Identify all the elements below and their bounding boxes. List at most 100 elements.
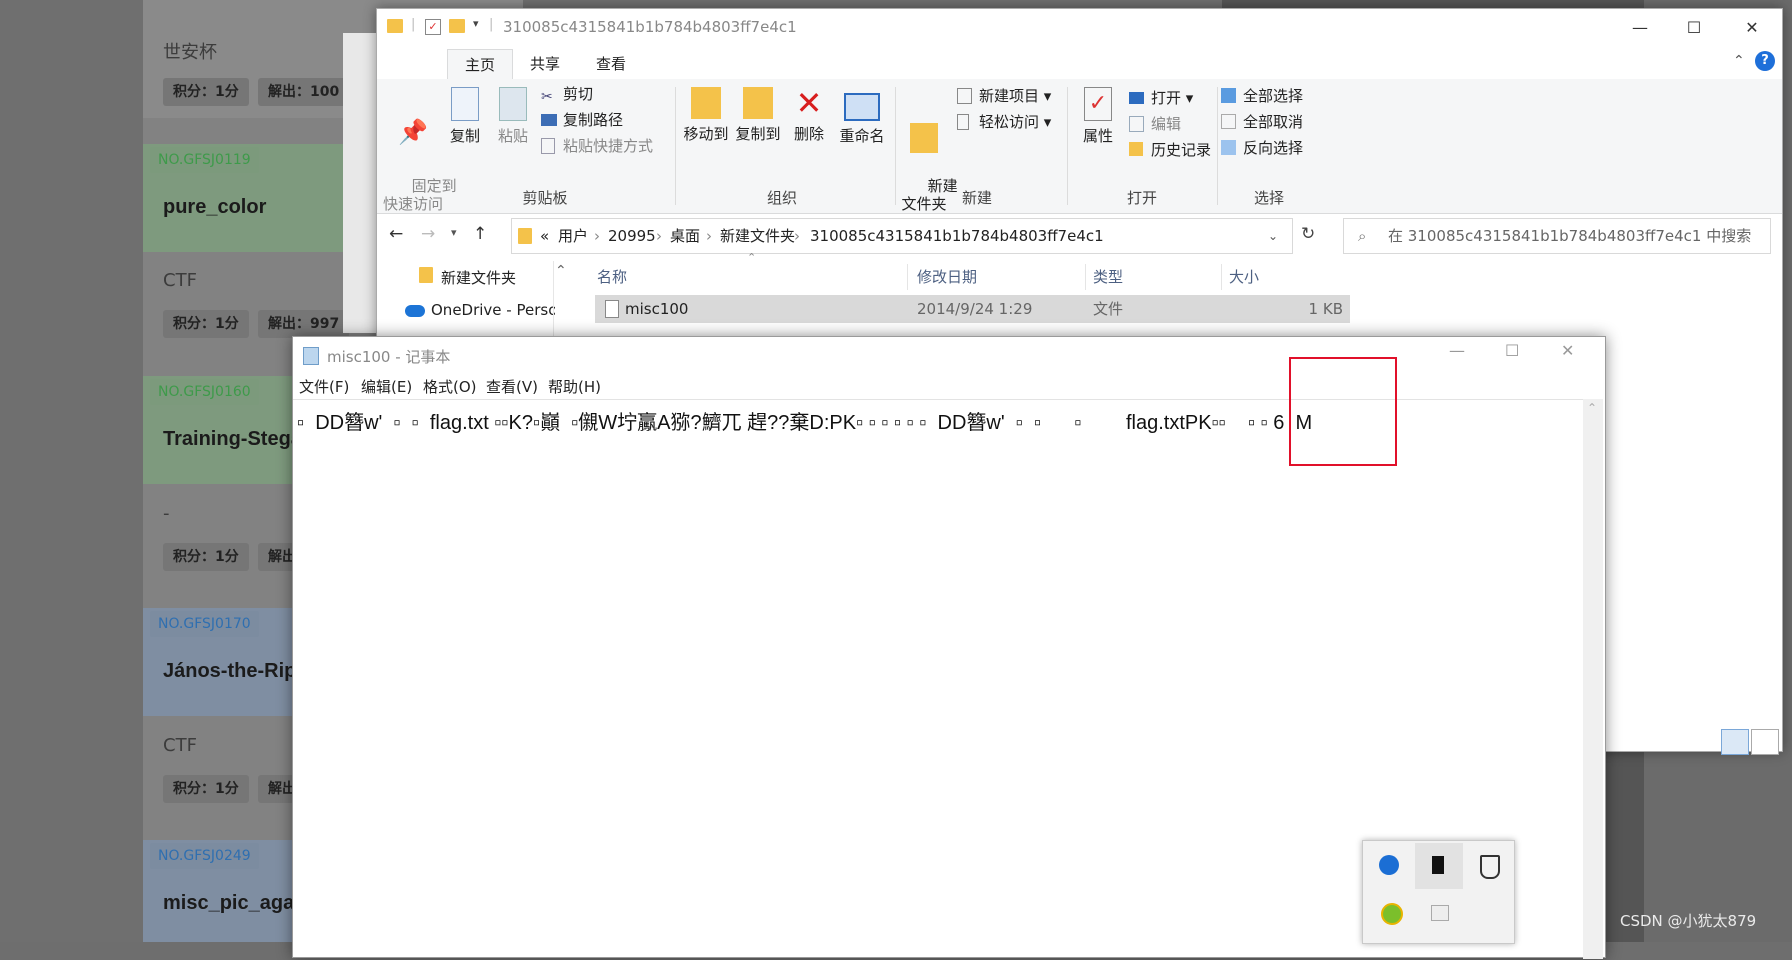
refresh-icon[interactable]: ↻ bbox=[1301, 224, 1315, 244]
minimize-button[interactable]: — bbox=[1617, 15, 1663, 41]
menu-file[interactable]: 文件(F) bbox=[299, 375, 349, 399]
new-folder-qat-icon[interactable] bbox=[449, 19, 465, 33]
notepad-minimize-button[interactable]: — bbox=[1449, 341, 1465, 360]
copy-button[interactable]: 复制 bbox=[443, 87, 487, 145]
close-button[interactable]: ✕ bbox=[1729, 15, 1775, 41]
file-icon bbox=[605, 300, 619, 318]
column-name[interactable]: 名称 bbox=[597, 264, 627, 290]
pin-quick-access-button[interactable]: 📌 固定到 快速访问 bbox=[383, 87, 457, 231]
properties-check-icon[interactable]: ✓ bbox=[425, 19, 441, 35]
scroll-up-icon[interactable]: ⌃ bbox=[1587, 401, 1597, 415]
new-group-label: 新建 bbox=[961, 189, 992, 207]
column-divider[interactable] bbox=[1085, 264, 1086, 290]
breadcrumb-users[interactable]: 用户 bbox=[558, 219, 588, 253]
breadcrumb-chevron: › bbox=[594, 227, 600, 245]
nav-item-onedrive[interactable]: OneDrive - Perso bbox=[431, 301, 555, 319]
breadcrumb-chevron: › bbox=[794, 227, 800, 245]
menu-help[interactable]: 帮助(H) bbox=[548, 375, 601, 399]
new-item-button[interactable]: 新建项目 ▾ bbox=[957, 85, 1051, 107]
select-group-label: 选择 bbox=[1253, 189, 1284, 207]
tab-home[interactable]: 主页 bbox=[447, 49, 513, 80]
qat-dropdown-icon[interactable]: ▾ bbox=[473, 17, 479, 30]
window-behind bbox=[343, 33, 379, 333]
card-solves: 解出：997 bbox=[258, 310, 350, 338]
breadcrumb-new-folder[interactable]: 新建文件夹 bbox=[720, 219, 795, 253]
vertical-scrollbar[interactable]: ⌃ bbox=[1583, 399, 1603, 959]
invert-selection-button[interactable]: 反向选择 bbox=[1221, 137, 1303, 159]
copy-to-icon bbox=[743, 87, 773, 119]
edit-button[interactable]: 编辑 bbox=[1129, 113, 1181, 135]
maximize-button[interactable]: ☐ bbox=[1671, 15, 1717, 41]
security-shield-icon bbox=[1480, 855, 1500, 879]
breadcrumb-desktop[interactable]: 桌面 bbox=[670, 219, 700, 253]
large-icons-view-icon[interactable] bbox=[1751, 729, 1779, 755]
back-icon[interactable]: ← bbox=[389, 224, 403, 244]
blue-shield-icon bbox=[1379, 855, 1399, 875]
tray-overflow-popup bbox=[1362, 840, 1515, 944]
cut-label: 剪切 bbox=[563, 85, 594, 103]
file-size: 1 KB bbox=[1308, 300, 1343, 318]
card-title[interactable]: pure_color bbox=[163, 196, 266, 219]
column-size[interactable]: 大小 bbox=[1229, 264, 1259, 290]
up-icon[interactable]: ↑ bbox=[473, 224, 487, 244]
menu-format[interactable]: 格式(O) bbox=[423, 375, 477, 399]
file-row[interactable]: misc100 2014/9/24 1:29 文件 1 KB bbox=[595, 295, 1350, 323]
nav-scroll-up-icon[interactable]: ⌃ bbox=[555, 263, 567, 279]
breadcrumb-overflow[interactable]: « bbox=[540, 219, 549, 253]
breadcrumb-current[interactable]: 310085c4315841b1b784b4803ff7e4c1 bbox=[810, 219, 1104, 253]
select-none-label: 全部取消 bbox=[1243, 113, 1304, 131]
select-none-button[interactable]: 全部取消 bbox=[1221, 111, 1303, 133]
open-button[interactable]: 打开 ▾ bbox=[1129, 87, 1193, 109]
tray-app-media-icon[interactable] bbox=[1415, 893, 1463, 939]
tray-app-green-icon[interactable] bbox=[1365, 893, 1413, 939]
tray-security-icon[interactable] bbox=[1465, 843, 1513, 889]
copy-path-button[interactable]: 复制路径 bbox=[541, 109, 623, 131]
recent-dropdown-icon[interactable]: ▾ bbox=[451, 226, 457, 239]
search-input[interactable]: ⌕ 在 310085c4315841b1b784b4803ff7e4c1 中搜索 bbox=[1343, 218, 1771, 254]
tray-app-bookmark-icon[interactable] bbox=[1415, 843, 1463, 889]
copy-to-label: 复制到 bbox=[735, 125, 781, 143]
column-modified[interactable]: 修改日期 bbox=[917, 264, 977, 290]
tray-app-blue-icon[interactable] bbox=[1365, 843, 1413, 889]
file-modified: 2014/9/24 1:29 bbox=[917, 300, 1033, 318]
breadcrumb-user[interactable]: 20995 bbox=[608, 219, 656, 253]
card-score: 积分：1分 bbox=[163, 310, 249, 338]
card-title[interactable]: misc_pic_aga bbox=[163, 892, 294, 915]
tab-share[interactable]: 共享 bbox=[513, 49, 577, 79]
notepad-menubar: 文件(F) 编辑(E) 格式(O) 查看(V) 帮助(H) bbox=[293, 375, 1605, 399]
paste-button[interactable]: 粘贴 bbox=[491, 87, 535, 145]
rename-button[interactable]: 重命名 bbox=[837, 87, 887, 145]
address-dropdown-icon[interactable]: ⌄ bbox=[1268, 219, 1278, 253]
nav-item-new-folder[interactable]: 新建文件夹 bbox=[441, 267, 516, 288]
copy-to-button[interactable]: 复制到 bbox=[733, 87, 783, 143]
notepad-app-icon bbox=[303, 347, 319, 365]
easy-access-button[interactable]: 轻松访问 ▾ bbox=[957, 111, 1051, 133]
column-divider[interactable] bbox=[1221, 264, 1222, 290]
column-type[interactable]: 类型 bbox=[1093, 264, 1123, 290]
menu-view[interactable]: 查看(V) bbox=[486, 375, 538, 399]
select-none-icon bbox=[1221, 114, 1236, 129]
paste-shortcut-button[interactable]: 粘贴快捷方式 bbox=[541, 135, 653, 157]
card-title[interactable]: János-the-Rip bbox=[163, 660, 296, 683]
card-title[interactable]: Training-Stega bbox=[163, 428, 302, 451]
open-icon bbox=[1129, 92, 1144, 104]
tab-view[interactable]: 查看 bbox=[579, 49, 643, 79]
notepad-maximize-button[interactable]: ☐ bbox=[1505, 341, 1519, 360]
pin-icon: 📌 bbox=[398, 118, 428, 146]
move-to-button[interactable]: 移动到 bbox=[681, 87, 731, 143]
rename-label: 重命名 bbox=[839, 127, 885, 145]
card-category: CTF bbox=[163, 735, 197, 756]
notepad-close-button[interactable]: ✕ bbox=[1561, 341, 1574, 360]
cut-button[interactable]: ✂ 剪切 bbox=[541, 83, 593, 105]
new-folder-button[interactable]: 新建 文件夹 bbox=[899, 87, 958, 231]
details-view-icon[interactable] bbox=[1721, 729, 1749, 755]
column-divider[interactable] bbox=[907, 264, 908, 290]
menu-edit[interactable]: 编辑(E) bbox=[361, 375, 412, 399]
select-all-button[interactable]: 全部选择 bbox=[1221, 85, 1303, 107]
delete-button[interactable]: ✕ 删除 bbox=[787, 87, 831, 143]
address-bar[interactable]: « 用户 › 20995 › 桌面 › 新建文件夹 › 310085c43158… bbox=[511, 218, 1293, 254]
forward-icon[interactable]: → bbox=[421, 224, 435, 244]
history-button[interactable]: 历史记录 bbox=[1129, 139, 1211, 161]
card-score: 积分：1分 bbox=[163, 543, 249, 571]
properties-button[interactable]: ✓ 属性 bbox=[1077, 87, 1119, 145]
